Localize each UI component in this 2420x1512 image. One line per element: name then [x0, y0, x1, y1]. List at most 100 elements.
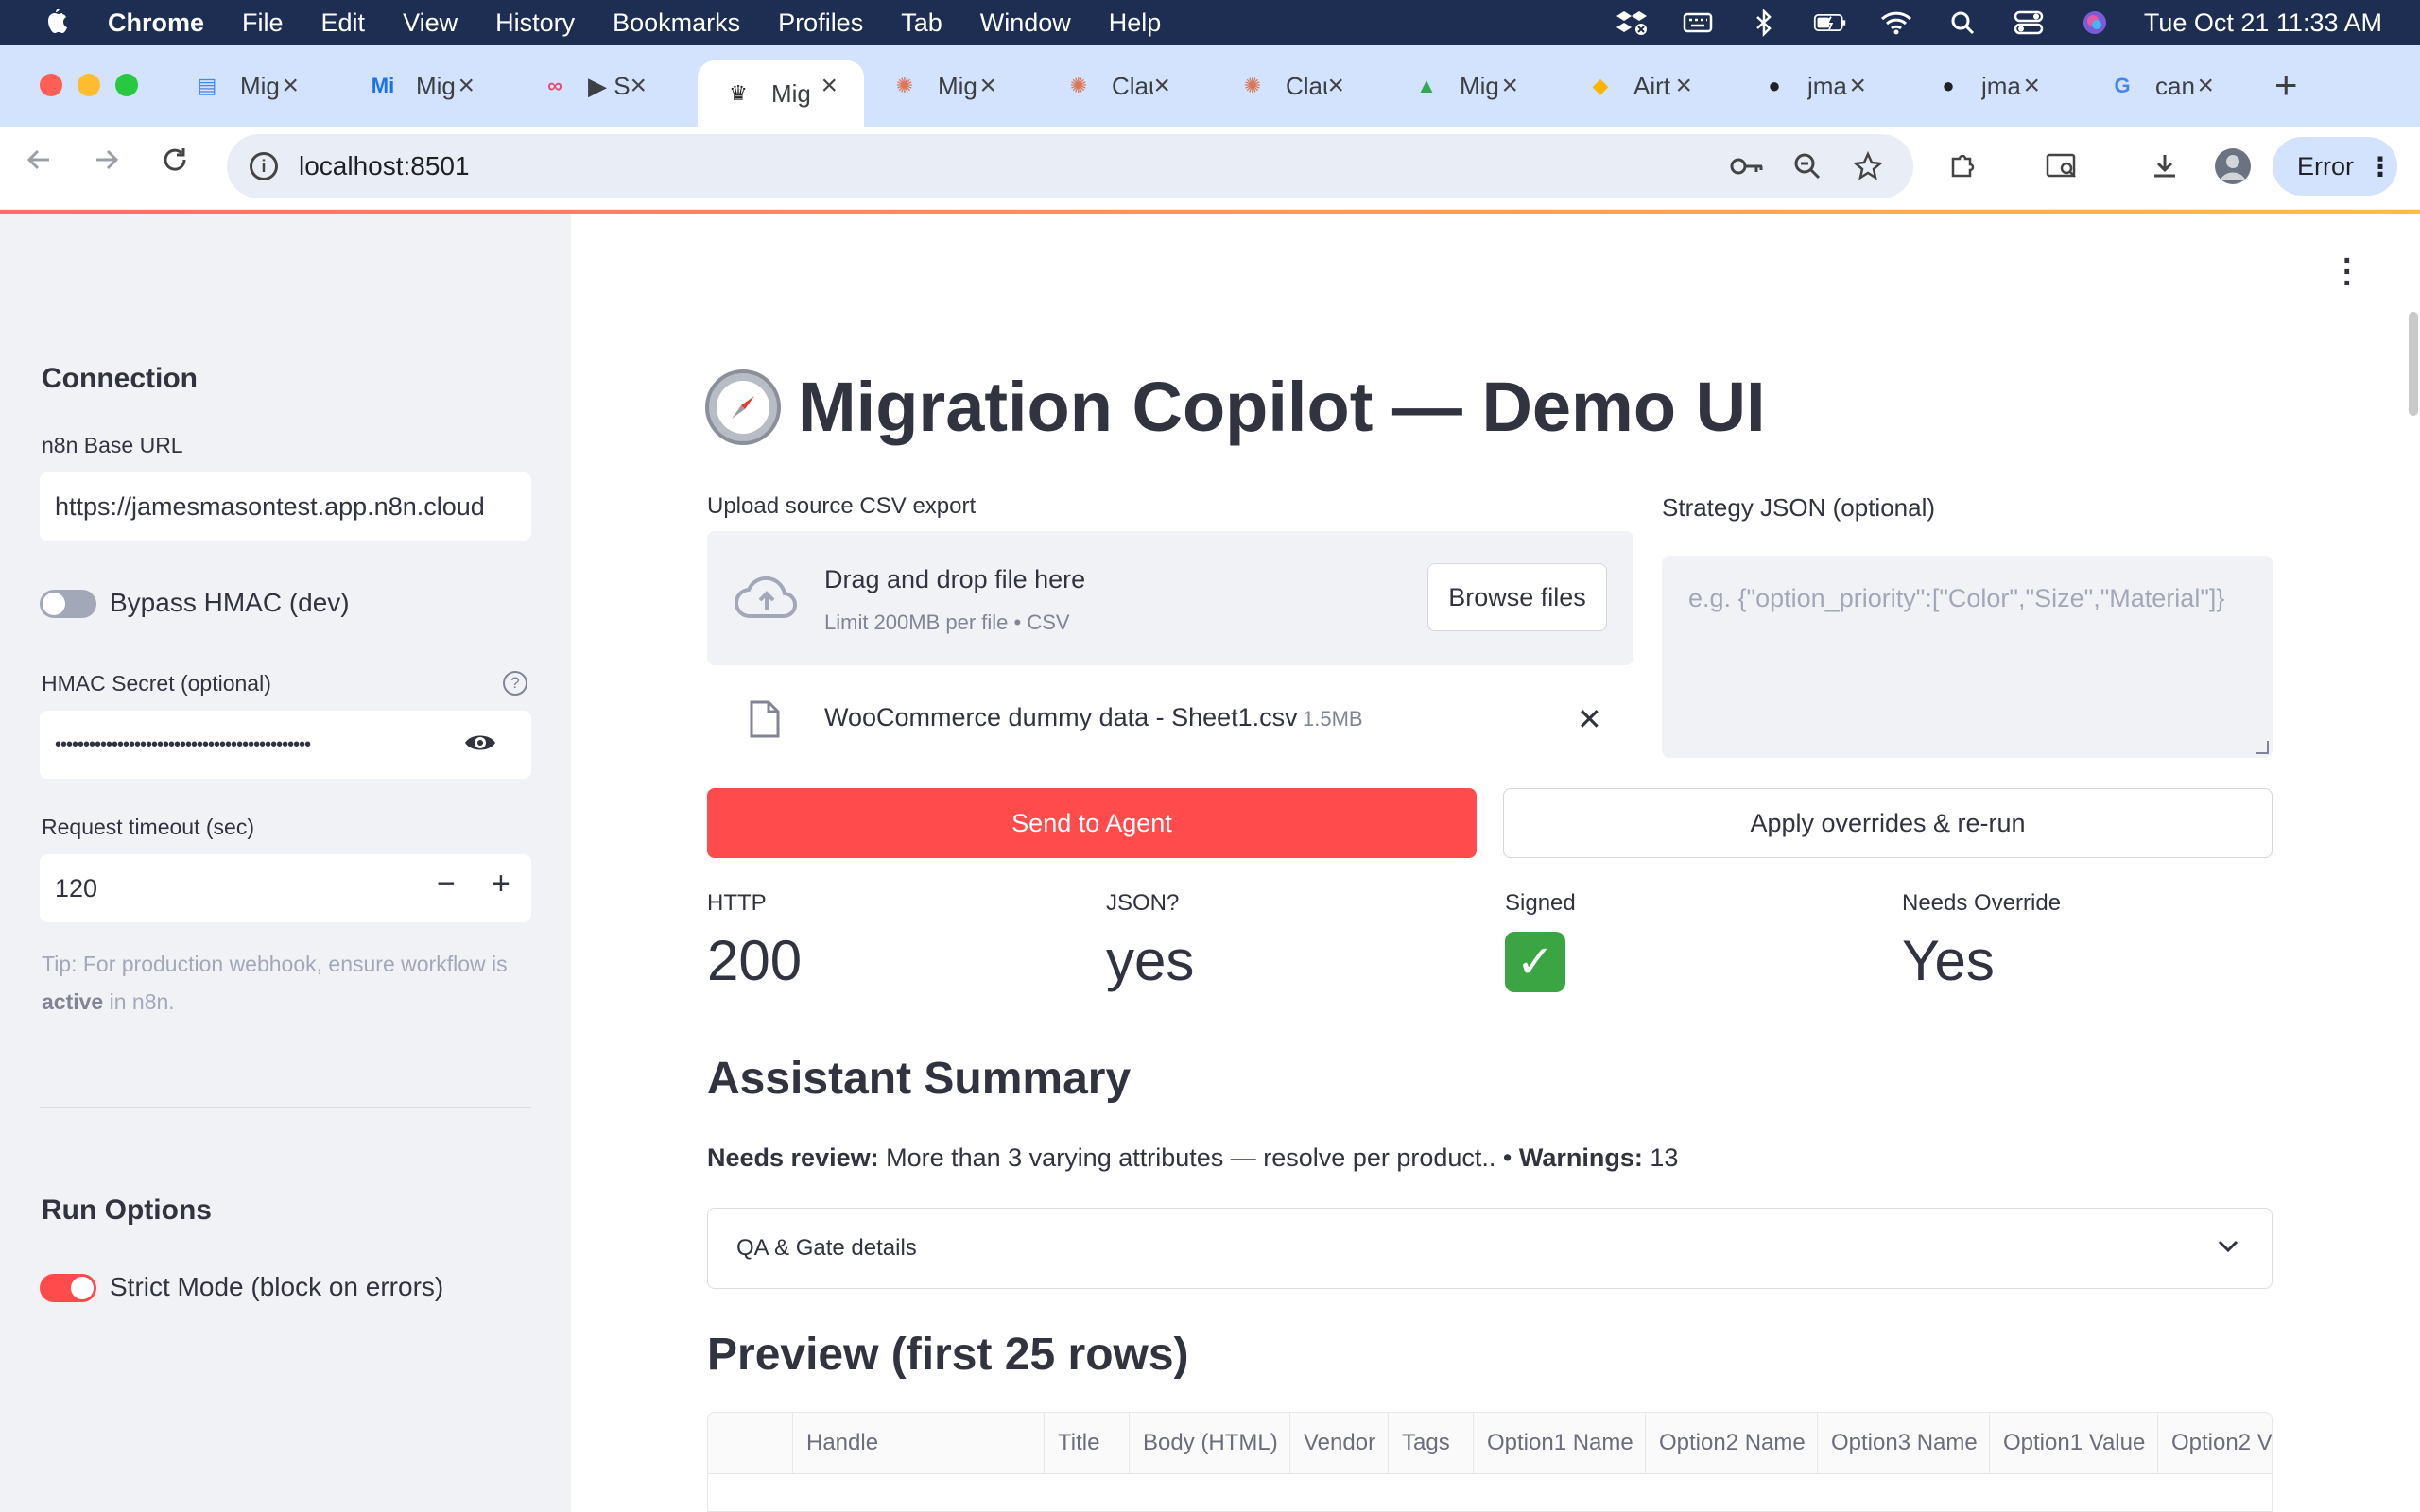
- control-center-icon[interactable]: [2012, 9, 2046, 37]
- wifi-icon[interactable]: [1879, 9, 1913, 37]
- menu-tab[interactable]: Tab: [901, 9, 942, 38]
- hmac-secret-input[interactable]: ••••••••••••••••••••••••••••••••••••••••…: [40, 711, 531, 779]
- window-zoom-button[interactable]: [115, 74, 138, 96]
- reload-button[interactable]: [161, 146, 199, 187]
- column-header[interactable]: Option2 Name: [1646, 1413, 1818, 1473]
- browser-tab[interactable]: ▲ Mig ×: [1386, 60, 1545, 112]
- tab-close-icon[interactable]: ×: [821, 70, 838, 102]
- column-header[interactable]: Tags: [1389, 1413, 1474, 1473]
- menu-bookmarks[interactable]: Bookmarks: [613, 9, 740, 38]
- column-header[interactable]: Option1 Name: [1474, 1413, 1646, 1473]
- column-header[interactable]: Body (HTML): [1130, 1413, 1290, 1473]
- strategy-json-textarea[interactable]: e.g. {"option_priority":["Color","Size",…: [1662, 556, 2273, 758]
- browse-files-button[interactable]: Browse files: [1427, 563, 1607, 631]
- table-row[interactable]: [708, 1473, 2272, 1511]
- eye-icon[interactable]: [463, 730, 497, 763]
- window-close-button[interactable]: [40, 74, 62, 96]
- toggle-knob: [71, 1277, 94, 1299]
- siri-icon[interactable]: [2078, 9, 2112, 37]
- menu-edit[interactable]: Edit: [321, 9, 366, 38]
- bookmark-star-icon[interactable]: [1847, 146, 1889, 187]
- scrollbar[interactable]: [2409, 312, 2418, 416]
- tab-close-icon[interactable]: ×: [2023, 70, 2040, 102]
- dropbox-icon[interactable]: [1615, 9, 1649, 37]
- menu-view[interactable]: View: [403, 9, 458, 38]
- timeout-input[interactable]: 120 − +: [40, 854, 531, 922]
- decrement-button[interactable]: −: [437, 866, 456, 902]
- tab-close-icon[interactable]: ×: [458, 70, 475, 102]
- menu-file[interactable]: File: [242, 9, 284, 38]
- new-tab-button[interactable]: +: [2274, 62, 2298, 108]
- column-header[interactable]: [708, 1413, 793, 1473]
- bypass-hmac-toggle[interactable]: [40, 590, 96, 618]
- zoom-icon[interactable]: [1787, 146, 1828, 187]
- address-bar[interactable]: i localhost:8501: [227, 134, 1913, 198]
- browser-tab[interactable]: ◆ Airt ×: [1560, 60, 1719, 112]
- browser-tab[interactable]: ● jma ×: [1734, 60, 1893, 112]
- window-minimize-button[interactable]: [78, 74, 100, 96]
- preview-heading: Preview (first 25 rows): [707, 1330, 1189, 1380]
- menu-help[interactable]: Help: [1109, 9, 1162, 38]
- kebab-menu-icon[interactable]: ⋮: [2367, 151, 2394, 182]
- tab-close-icon[interactable]: ×: [979, 70, 996, 102]
- help-icon[interactable]: ?: [503, 671, 527, 696]
- preview-table[interactable]: Handle Title Body (HTML) Vendor Tags Option1 …: [707, 1412, 2273, 1512]
- strict-mode-toggle[interactable]: [40, 1274, 96, 1302]
- clock[interactable]: Tue Oct 21 11:33 AM: [2144, 9, 2382, 38]
- tab-close-icon[interactable]: ×: [2197, 70, 2214, 102]
- browser-tab[interactable]: ▤ Mig ×: [166, 60, 325, 112]
- increment-button[interactable]: +: [492, 866, 510, 902]
- tab-close-icon[interactable]: ×: [282, 70, 299, 102]
- dropzone-title: Drag and drop file here: [824, 565, 1086, 593]
- browser-tab[interactable]: ♛ Mig ×: [698, 60, 864, 127]
- column-header[interactable]: Vendor: [1290, 1413, 1389, 1473]
- menu-profiles[interactable]: Profiles: [778, 9, 863, 38]
- tab-close-icon[interactable]: ×: [1675, 70, 1692, 102]
- browser-tab[interactable]: ∞ ▶ S ×: [514, 60, 673, 112]
- qa-gate-expander[interactable]: QA & Gate details: [707, 1208, 2273, 1289]
- extensions-icon[interactable]: [1942, 146, 1983, 187]
- tab-close-icon[interactable]: ×: [1327, 70, 1344, 102]
- remove-file-icon[interactable]: ✕: [1577, 701, 1602, 737]
- spotlight-search-icon[interactable]: [1945, 9, 1979, 37]
- forward-button[interactable]: [93, 146, 130, 187]
- tab-search-icon[interactable]: [2042, 146, 2083, 187]
- back-button[interactable]: [25, 146, 62, 187]
- menu-history[interactable]: History: [495, 9, 575, 38]
- main-menu-icon[interactable]: · · ·: [2342, 245, 2353, 300]
- browser-tab[interactable]: ✺ Clau×: [1038, 60, 1197, 112]
- battery-icon[interactable]: [1813, 9, 1847, 37]
- column-header[interactable]: Handle: [793, 1413, 1045, 1473]
- file-dropzone[interactable]: Drag and drop file here Limit 200MB per …: [707, 531, 1634, 665]
- tab-label: Mig: [416, 71, 456, 100]
- site-info-icon[interactable]: i: [250, 152, 278, 180]
- send-to-agent-button[interactable]: Send to Agent: [707, 788, 1477, 858]
- password-key-icon[interactable]: [1726, 146, 1768, 187]
- tab-close-icon[interactable]: ×: [1501, 70, 1518, 102]
- keyboard-icon[interactable]: [1681, 9, 1715, 37]
- browser-tab[interactable]: ● jma ×: [1908, 60, 2066, 112]
- tab-close-icon[interactable]: ×: [1849, 70, 1866, 102]
- menu-app-name[interactable]: Chrome: [108, 9, 204, 38]
- column-header[interactable]: Option3 Name: [1818, 1413, 1990, 1473]
- browser-tab[interactable]: ✺ Clau×: [1212, 60, 1371, 112]
- column-header[interactable]: Option2 Va: [2158, 1413, 2272, 1473]
- resize-handle[interactable]: [2256, 741, 2269, 754]
- column-header[interactable]: Title: [1045, 1413, 1130, 1473]
- url-text[interactable]: localhost:8501: [299, 151, 470, 181]
- profile-avatar[interactable]: [2212, 146, 2254, 187]
- apple-icon[interactable]: [38, 4, 76, 42]
- browser-tab[interactable]: Gcan ×: [2082, 60, 2240, 112]
- browser-tab[interactable]: ✺ Mig ×: [864, 60, 1023, 112]
- bluetooth-icon[interactable]: [1747, 9, 1781, 37]
- download-icon[interactable]: [2144, 146, 2186, 187]
- metric-signed-label: Signed: [1505, 890, 1576, 916]
- tab-close-icon[interactable]: ×: [630, 70, 647, 102]
- menu-window[interactable]: Window: [980, 9, 1071, 38]
- column-header[interactable]: Option1 Value: [1990, 1413, 2158, 1473]
- base-url-input[interactable]: https://jamesmasontest.app.n8n.cloud: [40, 472, 531, 541]
- apply-overrides-button[interactable]: Apply overrides & re-run: [1503, 788, 2273, 858]
- error-button[interactable]: Error ⋮: [2273, 137, 2397, 196]
- browser-tab[interactable]: Mi Mig ×: [342, 60, 501, 112]
- tab-close-icon[interactable]: ×: [1153, 70, 1170, 102]
